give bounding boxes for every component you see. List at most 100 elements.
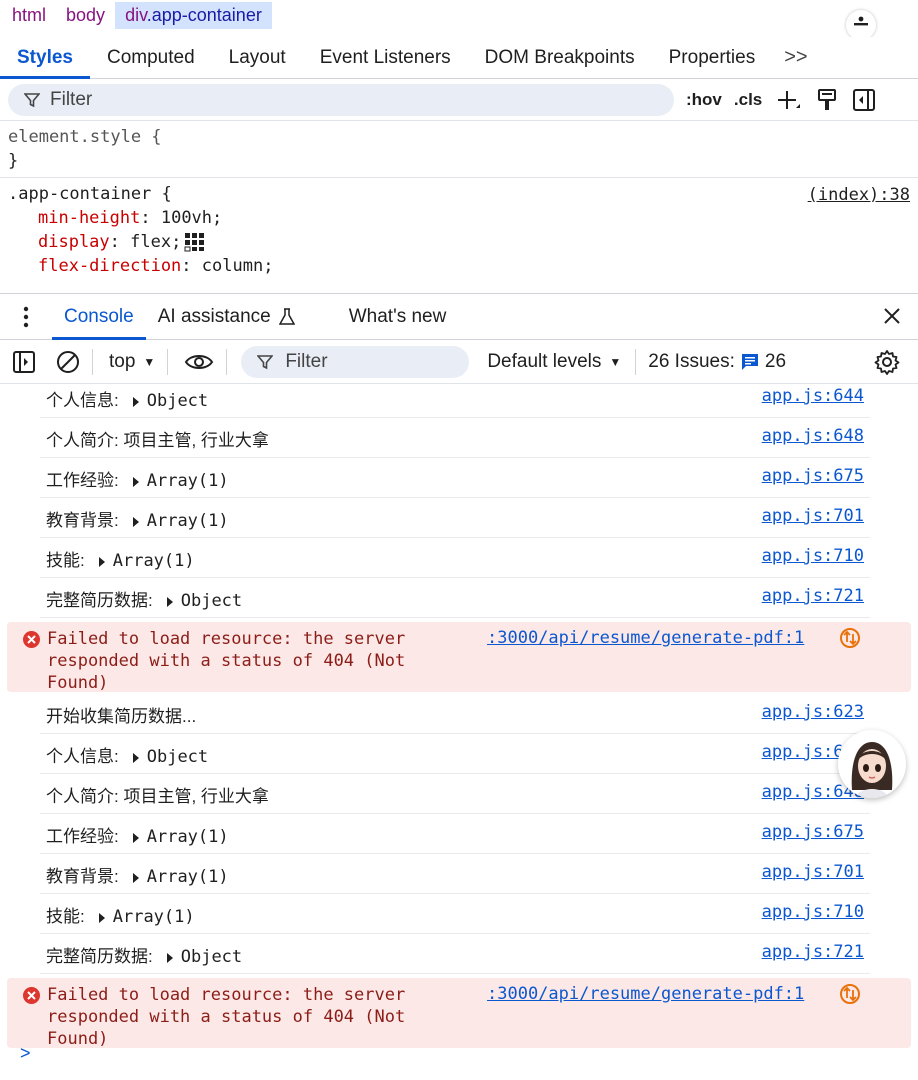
- message-label: 教育背景:: [46, 867, 119, 886]
- css-property-flex-direction[interactable]: flex-direction: column;: [8, 254, 910, 278]
- log-levels-dropdown[interactable]: Default levels ▼: [487, 351, 621, 373]
- expand-triangle-icon[interactable]: [98, 912, 105, 923]
- rule-source-link[interactable]: (index):38: [808, 183, 910, 207]
- console-message[interactable]: 开始收集简历数据... app.js:623: [40, 694, 870, 734]
- console-message-text: 开始收集简历数据...: [46, 702, 196, 727]
- console-message[interactable]: 完整简历数据: Object app.js:721: [40, 578, 870, 618]
- element-style-rule[interactable]: element.style { }: [0, 121, 918, 178]
- source-link[interactable]: app.js:675: [762, 466, 864, 486]
- breadcrumb-class: .app-container: [146, 4, 262, 25]
- issues-button[interactable]: 26 Issues: 26: [648, 351, 786, 373]
- tab-styles[interactable]: Styles: [0, 37, 90, 79]
- console-message[interactable]: 完整简历数据: Object app.js:721: [40, 934, 870, 974]
- console-message[interactable]: 教育背景: Array(1) app.js:701: [40, 498, 870, 538]
- clear-console-icon[interactable]: [56, 350, 80, 374]
- console-message-text: 个人信息: Object: [46, 742, 208, 767]
- console-error-message[interactable]: Failed to load resource: the server resp…: [7, 622, 911, 693]
- hover-state-button[interactable]: :hov: [686, 90, 722, 110]
- tab-ai-assistance[interactable]: AI assistance: [146, 294, 307, 339]
- source-link[interactable]: app.js:675: [762, 822, 864, 842]
- flexbox-editor-icon[interactable]: [184, 232, 206, 252]
- expand-triangle-icon[interactable]: [132, 872, 139, 883]
- breadcrumb-app-container[interactable]: div.app-container: [115, 1, 272, 29]
- expand-triangle-icon[interactable]: [166, 596, 173, 607]
- tab-event-listeners[interactable]: Event Listeners: [303, 37, 468, 78]
- console-message[interactable]: 技能: Array(1) app.js:710: [40, 894, 870, 934]
- class-toggle-button[interactable]: .cls: [734, 90, 762, 110]
- error-source-link[interactable]: :3000/api/resume/generate-pdf:1: [487, 628, 804, 648]
- console-message-text: 完整简历数据: Object: [46, 942, 242, 967]
- error-source-link[interactable]: :3000/api/resume/generate-pdf:1: [487, 984, 804, 1004]
- new-rule-icon[interactable]: [776, 88, 802, 112]
- console-filter-input[interactable]: Filter: [241, 345, 470, 378]
- tab-console[interactable]: Console: [52, 294, 146, 340]
- tab-properties[interactable]: Properties: [652, 37, 773, 78]
- source-link[interactable]: app.js:701: [762, 506, 864, 526]
- tab-layout[interactable]: Layout: [212, 37, 303, 78]
- close-drawer-icon[interactable]: [882, 306, 902, 331]
- expand-triangle-icon[interactable]: [98, 556, 105, 567]
- more-options-icon[interactable]: [0, 294, 52, 339]
- message-label: 个人简介: 项目主管, 行业大拿: [46, 787, 269, 806]
- tab-dom-breakpoints[interactable]: DOM Breakpoints: [468, 37, 652, 78]
- expand-triangle-icon[interactable]: [132, 832, 139, 843]
- expand-triangle-icon[interactable]: [166, 952, 173, 963]
- message-value[interactable]: Object: [181, 591, 242, 611]
- assistant-avatar[interactable]: [838, 730, 906, 798]
- console-message-text: 工作经验: Array(1): [46, 466, 229, 491]
- console-error-message[interactable]: Failed to load resource: the server resp…: [7, 978, 911, 1049]
- message-value[interactable]: Array(1): [113, 551, 195, 571]
- context-selector[interactable]: top ▼: [109, 351, 155, 373]
- expand-triangle-icon[interactable]: [132, 516, 139, 527]
- network-request-icon[interactable]: [839, 627, 861, 654]
- message-value[interactable]: Object: [147, 391, 208, 411]
- eye-icon[interactable]: [184, 352, 214, 372]
- breadcrumb-html[interactable]: html: [2, 2, 56, 29]
- source-link[interactable]: app.js:623: [762, 702, 864, 722]
- source-link[interactable]: app.js:710: [762, 546, 864, 566]
- console-message[interactable]: 个人简介: 项目主管, 行业大拿 app.js:648: [40, 418, 870, 458]
- css-property-display[interactable]: display: flex;: [8, 230, 910, 254]
- source-link[interactable]: app.js:648: [762, 426, 864, 446]
- message-value[interactable]: Array(1): [147, 867, 229, 887]
- message-value[interactable]: Object: [147, 747, 208, 767]
- app-container-rule[interactable]: .app-container { (index):38 min-height: …: [0, 178, 918, 282]
- source-link[interactable]: app.js:721: [762, 586, 864, 606]
- source-link[interactable]: app.js:710: [762, 902, 864, 922]
- chevron-down-icon: ▼: [143, 354, 156, 369]
- source-link[interactable]: app.js:721: [762, 942, 864, 962]
- expand-triangle-icon[interactable]: [132, 476, 139, 487]
- tab-whats-new[interactable]: What's new: [337, 294, 459, 339]
- show-sidebar-icon[interactable]: [12, 350, 36, 374]
- message-value[interactable]: Array(1): [147, 827, 229, 847]
- message-value[interactable]: Object: [181, 947, 242, 967]
- source-link[interactable]: app.js:701: [762, 862, 864, 882]
- source-link[interactable]: app.js:644: [762, 386, 864, 406]
- css-property-min-height[interactable]: min-height: 100vh;: [8, 206, 910, 230]
- toggle-sidebar-icon[interactable]: [852, 88, 876, 112]
- more-tabs-button[interactable]: >>: [772, 37, 819, 78]
- breadcrumb-body[interactable]: body: [56, 2, 115, 29]
- console-prompt[interactable]: >: [20, 1043, 31, 1064]
- app-container-selector: .app-container {: [8, 184, 172, 204]
- message-value[interactable]: Array(1): [147, 511, 229, 531]
- gear-icon[interactable]: [874, 349, 900, 381]
- expand-triangle-icon[interactable]: [132, 752, 139, 763]
- console-message[interactable]: 技能: Array(1) app.js:710: [40, 538, 870, 578]
- message-value[interactable]: Array(1): [113, 907, 195, 927]
- styles-filter-input[interactable]: Filter: [8, 83, 674, 116]
- paint-brush-icon[interactable]: [816, 88, 838, 112]
- console-message[interactable]: 工作经验: Array(1) app.js:675: [40, 458, 870, 498]
- network-request-icon[interactable]: [839, 983, 861, 1010]
- console-message[interactable]: 个人信息: Object app.js:644: [40, 384, 870, 418]
- console-message[interactable]: 教育背景: Array(1) app.js:701: [40, 854, 870, 894]
- console-message[interactable]: 个人信息: Object app.js:644: [40, 734, 870, 774]
- console-message[interactable]: 个人简介: 项目主管, 行业大拿 app.js:648: [40, 774, 870, 814]
- console-message[interactable]: 工作经验: Array(1) app.js:675: [40, 814, 870, 854]
- message-value[interactable]: Array(1): [147, 471, 229, 491]
- tab-computed[interactable]: Computed: [90, 37, 212, 78]
- error-text: Failed to load resource: the server resp…: [47, 629, 406, 693]
- expand-triangle-icon[interactable]: [132, 396, 139, 407]
- accessibility-icon[interactable]: [846, 10, 876, 40]
- console-message-text: 教育背景: Array(1): [46, 506, 229, 531]
